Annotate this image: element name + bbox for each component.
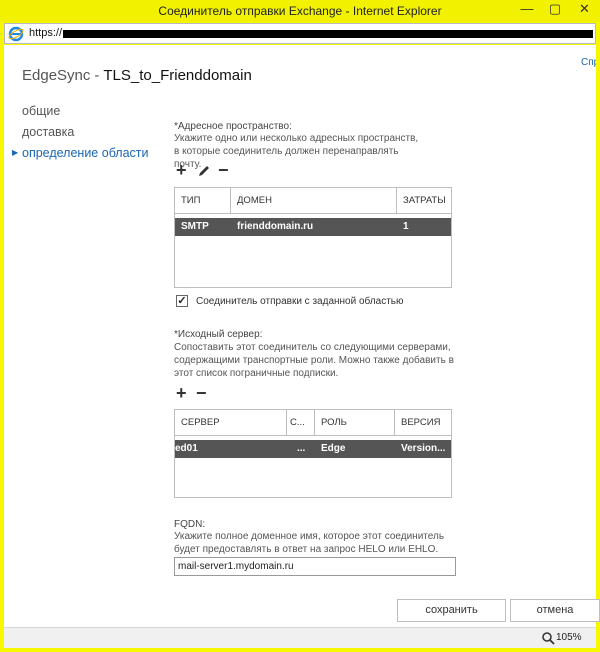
source-server-table: СЕРВЕР С... РОЛЬ ВЕРСИЯ ed01 ... Edge Ve… <box>174 409 452 498</box>
scoped-checkbox[interactable]: ✓ <box>176 295 188 307</box>
add-server-icon[interactable]: + <box>176 384 190 402</box>
window-title: Соединитель отправки Exchange - Internet… <box>158 4 442 18</box>
row-domain: frienddomain.ru <box>237 221 314 232</box>
connector-name: TLS_to_Frienddomain <box>103 67 252 84</box>
table-row[interactable]: SMTP frienddomain.ru 1 <box>175 218 451 236</box>
column-header-cost[interactable]: ЗАТРАТЫ <box>397 188 453 214</box>
remove-server-icon[interactable]: − <box>196 384 210 402</box>
column-header-domain[interactable]: ДОМЕН <box>231 188 397 214</box>
title-separator: - <box>94 67 100 84</box>
page-title: EdgeSync - TLS_to_Frienddomain <box>22 67 252 84</box>
nav-item-scoping[interactable]: ▶ определение области <box>12 146 149 160</box>
active-caret-icon: ▶ <box>12 148 19 157</box>
nav-item-delivery[interactable]: доставка <box>22 125 74 139</box>
nav-item-scoping-label: определение области <box>22 146 149 160</box>
column-header-type[interactable]: ТИП <box>175 188 231 214</box>
column-header-role[interactable]: РОЛЬ <box>315 410 395 436</box>
remove-icon[interactable]: − <box>218 161 232 179</box>
url-redacted <box>63 30 593 38</box>
help-link[interactable]: Спр <box>581 57 596 68</box>
row-cost: 1 <box>403 221 409 232</box>
edit-icon[interactable] <box>197 163 211 179</box>
app-name: EdgeSync <box>22 67 91 84</box>
maximize-button[interactable]: ▢ <box>541 0 569 20</box>
row-type: SMTP <box>181 221 209 232</box>
title-bar: Соединитель отправки Exchange - Internet… <box>0 0 600 22</box>
zoom-level[interactable]: 105% <box>556 632 582 643</box>
row-site: ... <box>297 443 306 454</box>
nav-item-general[interactable]: общие <box>22 104 60 118</box>
status-bar: 105% <box>4 627 596 648</box>
column-header-version[interactable]: ВЕРСИЯ <box>395 410 453 436</box>
scoped-checkbox-label: Соединитель отправки с заданной областью <box>196 296 404 307</box>
address-space-table: ТИП ДОМЕН ЗАТРАТЫ SMTP frienddomain.ru 1 <box>174 187 452 288</box>
ie-icon <box>8 26 24 42</box>
save-button[interactable]: сохранить <box>397 599 506 622</box>
fqdn-description: Укажите полное доменное имя, которое это… <box>174 531 445 555</box>
address-space-toolbar: + − <box>176 161 236 179</box>
browser-window: Соединитель отправки Exchange - Internet… <box>0 0 600 652</box>
column-header-server[interactable]: СЕРВЕР <box>175 410 287 436</box>
url-prefix: https:// <box>29 27 63 39</box>
source-server-toolbar: + − <box>176 384 216 402</box>
page-content: EdgeSync-TLS_to_Frienddomain Спр общие д… <box>4 45 600 627</box>
table-row[interactable]: ed01 ... Edge Version... <box>175 440 451 458</box>
server-table-header: СЕРВЕР С... РОЛЬ ВЕРСИЯ <box>175 410 451 436</box>
source-server-description: Сопоставить этот соединитель со следующи… <box>174 342 454 379</box>
row-version: Version... <box>401 443 446 454</box>
address-bar[interactable]: https:// <box>4 23 596 44</box>
zoom-icon[interactable] <box>541 631 555 645</box>
minimize-button[interactable]: — <box>513 0 541 20</box>
cancel-button[interactable]: отмена <box>510 599 600 622</box>
row-server: ed01 <box>175 443 198 454</box>
column-header-site[interactable]: С... <box>287 410 315 436</box>
close-button[interactable]: ✕ <box>569 0 600 20</box>
add-icon[interactable]: + <box>176 161 190 179</box>
table-header: ТИП ДОМЕН ЗАТРАТЫ <box>175 188 451 214</box>
source-server-label: *Исходный сервер: <box>174 329 263 340</box>
fqdn-field[interactable]: mail-server1.mydomain.ru <box>174 557 456 576</box>
row-role: Edge <box>321 443 346 454</box>
